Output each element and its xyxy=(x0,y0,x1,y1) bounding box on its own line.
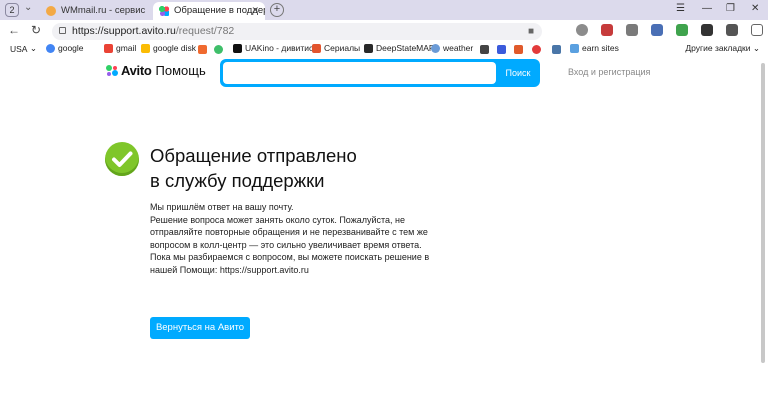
bookmarks-bar: USA ⌄ google gmail google disk UAKino - … xyxy=(0,42,768,57)
downloads-icon[interactable] xyxy=(751,24,763,36)
extension-print-icon[interactable] xyxy=(626,24,638,36)
close-window-icon[interactable]: ✕ xyxy=(751,3,759,14)
other-bookmarks[interactable]: Другие закладки ⌄ xyxy=(685,43,760,54)
message-body: Мы пришлём ответ на вашу почту. Решение … xyxy=(150,201,440,277)
help-label: Помощь xyxy=(155,63,206,78)
bookmark-h-icon[interactable] xyxy=(514,45,523,54)
avito-help-logo[interactable]: Avito Помощь xyxy=(106,63,206,78)
drive-icon xyxy=(141,43,150,53)
message-paragraph: Мы пришлём ответ на вашу почту. xyxy=(150,202,294,212)
bookmark-avito-icon[interactable] xyxy=(214,45,223,54)
bookmark-google[interactable]: google xyxy=(46,43,84,53)
extension-dark-icon[interactable] xyxy=(701,24,713,36)
title-line-2: в службу поддержки xyxy=(150,170,325,191)
tab-avito-support[interactable]: Обращение в поддержк ✕ xyxy=(153,2,265,20)
bookmark-arrow-icon[interactable] xyxy=(497,45,506,54)
lock-icon xyxy=(59,27,66,34)
uakino-icon xyxy=(233,43,242,53)
gmail-icon xyxy=(104,43,113,53)
login-link[interactable]: Вход и регистрация xyxy=(568,67,650,77)
browser-titlebar: 2 ⌄ WMmail.ru - сервис почто Обращение в… xyxy=(0,0,768,20)
tab-title: WMmail.ru - сервис почто xyxy=(61,5,148,16)
avito-logo-icon xyxy=(106,65,119,76)
extension-square-icon[interactable] xyxy=(651,24,663,36)
restore-icon[interactable]: ❐ xyxy=(726,3,735,14)
bookmark-uakino[interactable]: UAKino - дивитис xyxy=(233,43,313,53)
back-to-avito-button[interactable]: Вернуться на Авито xyxy=(150,317,250,339)
google-icon xyxy=(46,43,55,53)
weather-icon xyxy=(431,43,440,53)
address-row: ← ↻ https://support.avito.ru/request/782… xyxy=(0,20,768,42)
bookmark-serials[interactable]: Сериалы xyxy=(312,43,360,53)
page-content: Avito Помощь Поиск Вход и регистрация Об… xyxy=(0,57,768,409)
extension-shield-icon[interactable] xyxy=(601,24,613,36)
serials-icon xyxy=(312,43,321,53)
bookmark-flag-icon[interactable]: ■ xyxy=(528,23,534,40)
download-arrow-icon[interactable] xyxy=(676,24,688,36)
message-paragraph: Пока мы разбираемся с вопросом, вы может… xyxy=(150,252,430,275)
bookmark-gmail[interactable]: gmail xyxy=(104,43,136,53)
bookmark-earn-sites[interactable]: earn sites xyxy=(570,43,619,53)
bookmark-deepstatemap[interactable]: DeepStateMAP xyxy=(364,43,435,53)
star-icon xyxy=(570,43,579,53)
tab-counter[interactable]: 2 xyxy=(5,3,19,17)
minimize-icon[interactable]: — xyxy=(702,3,712,14)
reload-icon[interactable]: ↻ xyxy=(31,23,41,37)
bookmark-yandex-icon[interactable] xyxy=(532,45,541,54)
success-check-icon xyxy=(105,142,139,176)
brand-name: Avito xyxy=(121,63,152,78)
wmmail-favicon-icon xyxy=(46,6,56,16)
url-host: https://support.avito.ru xyxy=(72,25,176,37)
scrollbar[interactable] xyxy=(760,63,766,403)
new-tab-plus-icon[interactable]: + xyxy=(270,3,284,17)
page-title: Обращение отправлено в службу поддержки xyxy=(150,143,357,193)
bookmark-orange-icon[interactable] xyxy=(198,45,207,54)
bookmark-vk-icon[interactable] xyxy=(552,45,561,54)
search-box: Поиск xyxy=(220,59,540,87)
address-bar[interactable]: https://support.avito.ru/request/782 ■ xyxy=(52,23,542,40)
url-path: /request/782 xyxy=(175,25,235,37)
deepstate-icon xyxy=(364,43,373,53)
search-input[interactable] xyxy=(223,62,496,84)
close-tab-icon[interactable]: ✕ xyxy=(251,2,259,18)
title-line-1: Обращение отправлено xyxy=(150,145,357,166)
avito-favicon-icon xyxy=(159,6,169,16)
back-arrow-icon[interactable]: ← xyxy=(8,23,20,37)
tab-wmmail[interactable]: WMmail.ru - сервис почто xyxy=(40,2,148,20)
message-paragraph: Решение вопроса может занять около суток… xyxy=(150,214,428,250)
search-button[interactable]: Поиск xyxy=(498,62,538,84)
bookmark-weather[interactable]: weather xyxy=(431,43,473,53)
tab-list-chevron-icon[interactable]: ⌄ xyxy=(24,2,32,13)
scrollbar-thumb[interactable] xyxy=(761,63,765,363)
menu-icon[interactable]: ☰ xyxy=(676,3,685,14)
extension-puzzle-icon[interactable] xyxy=(726,24,738,36)
globe-icon[interactable] xyxy=(576,24,588,36)
bookmark-usa[interactable]: USA ⌄ xyxy=(10,43,37,54)
bookmark-google-disk[interactable]: google disk xyxy=(141,43,196,53)
bookmark-bc-icon[interactable] xyxy=(480,45,489,54)
